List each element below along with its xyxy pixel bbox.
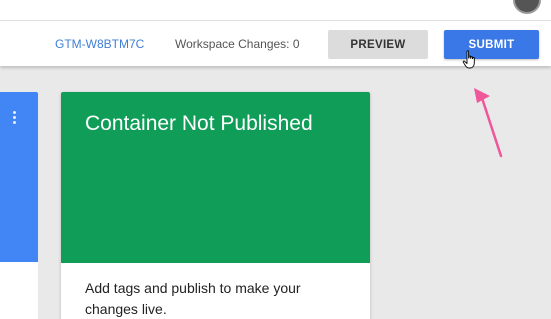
- container-id-link[interactable]: GTM-W8BTM7C: [55, 37, 144, 51]
- more-vert-icon[interactable]: [11, 111, 17, 129]
- avatar[interactable]: [513, 0, 541, 14]
- top-header-strip: [0, 0, 551, 21]
- preview-button[interactable]: PREVIEW: [328, 30, 428, 59]
- card-title: Container Not Published: [85, 112, 313, 135]
- card-header: Container Not Published: [61, 92, 370, 263]
- container-status-card: Container Not Published Add tags and pub…: [61, 92, 370, 319]
- page: GTM-W8BTM7C Workspace Changes: 0 PREVIEW…: [0, 0, 551, 319]
- card-description: Add tags and publish to make your change…: [85, 280, 301, 317]
- workspace-changes-label: Workspace Changes: 0: [175, 37, 300, 51]
- pink-arrow-icon: [474, 88, 503, 158]
- hand-cursor-icon: [462, 50, 475, 69]
- submit-button[interactable]: SUBMIT: [444, 30, 539, 59]
- left-card-body: [0, 262, 38, 319]
- left-card-header: [0, 92, 38, 262]
